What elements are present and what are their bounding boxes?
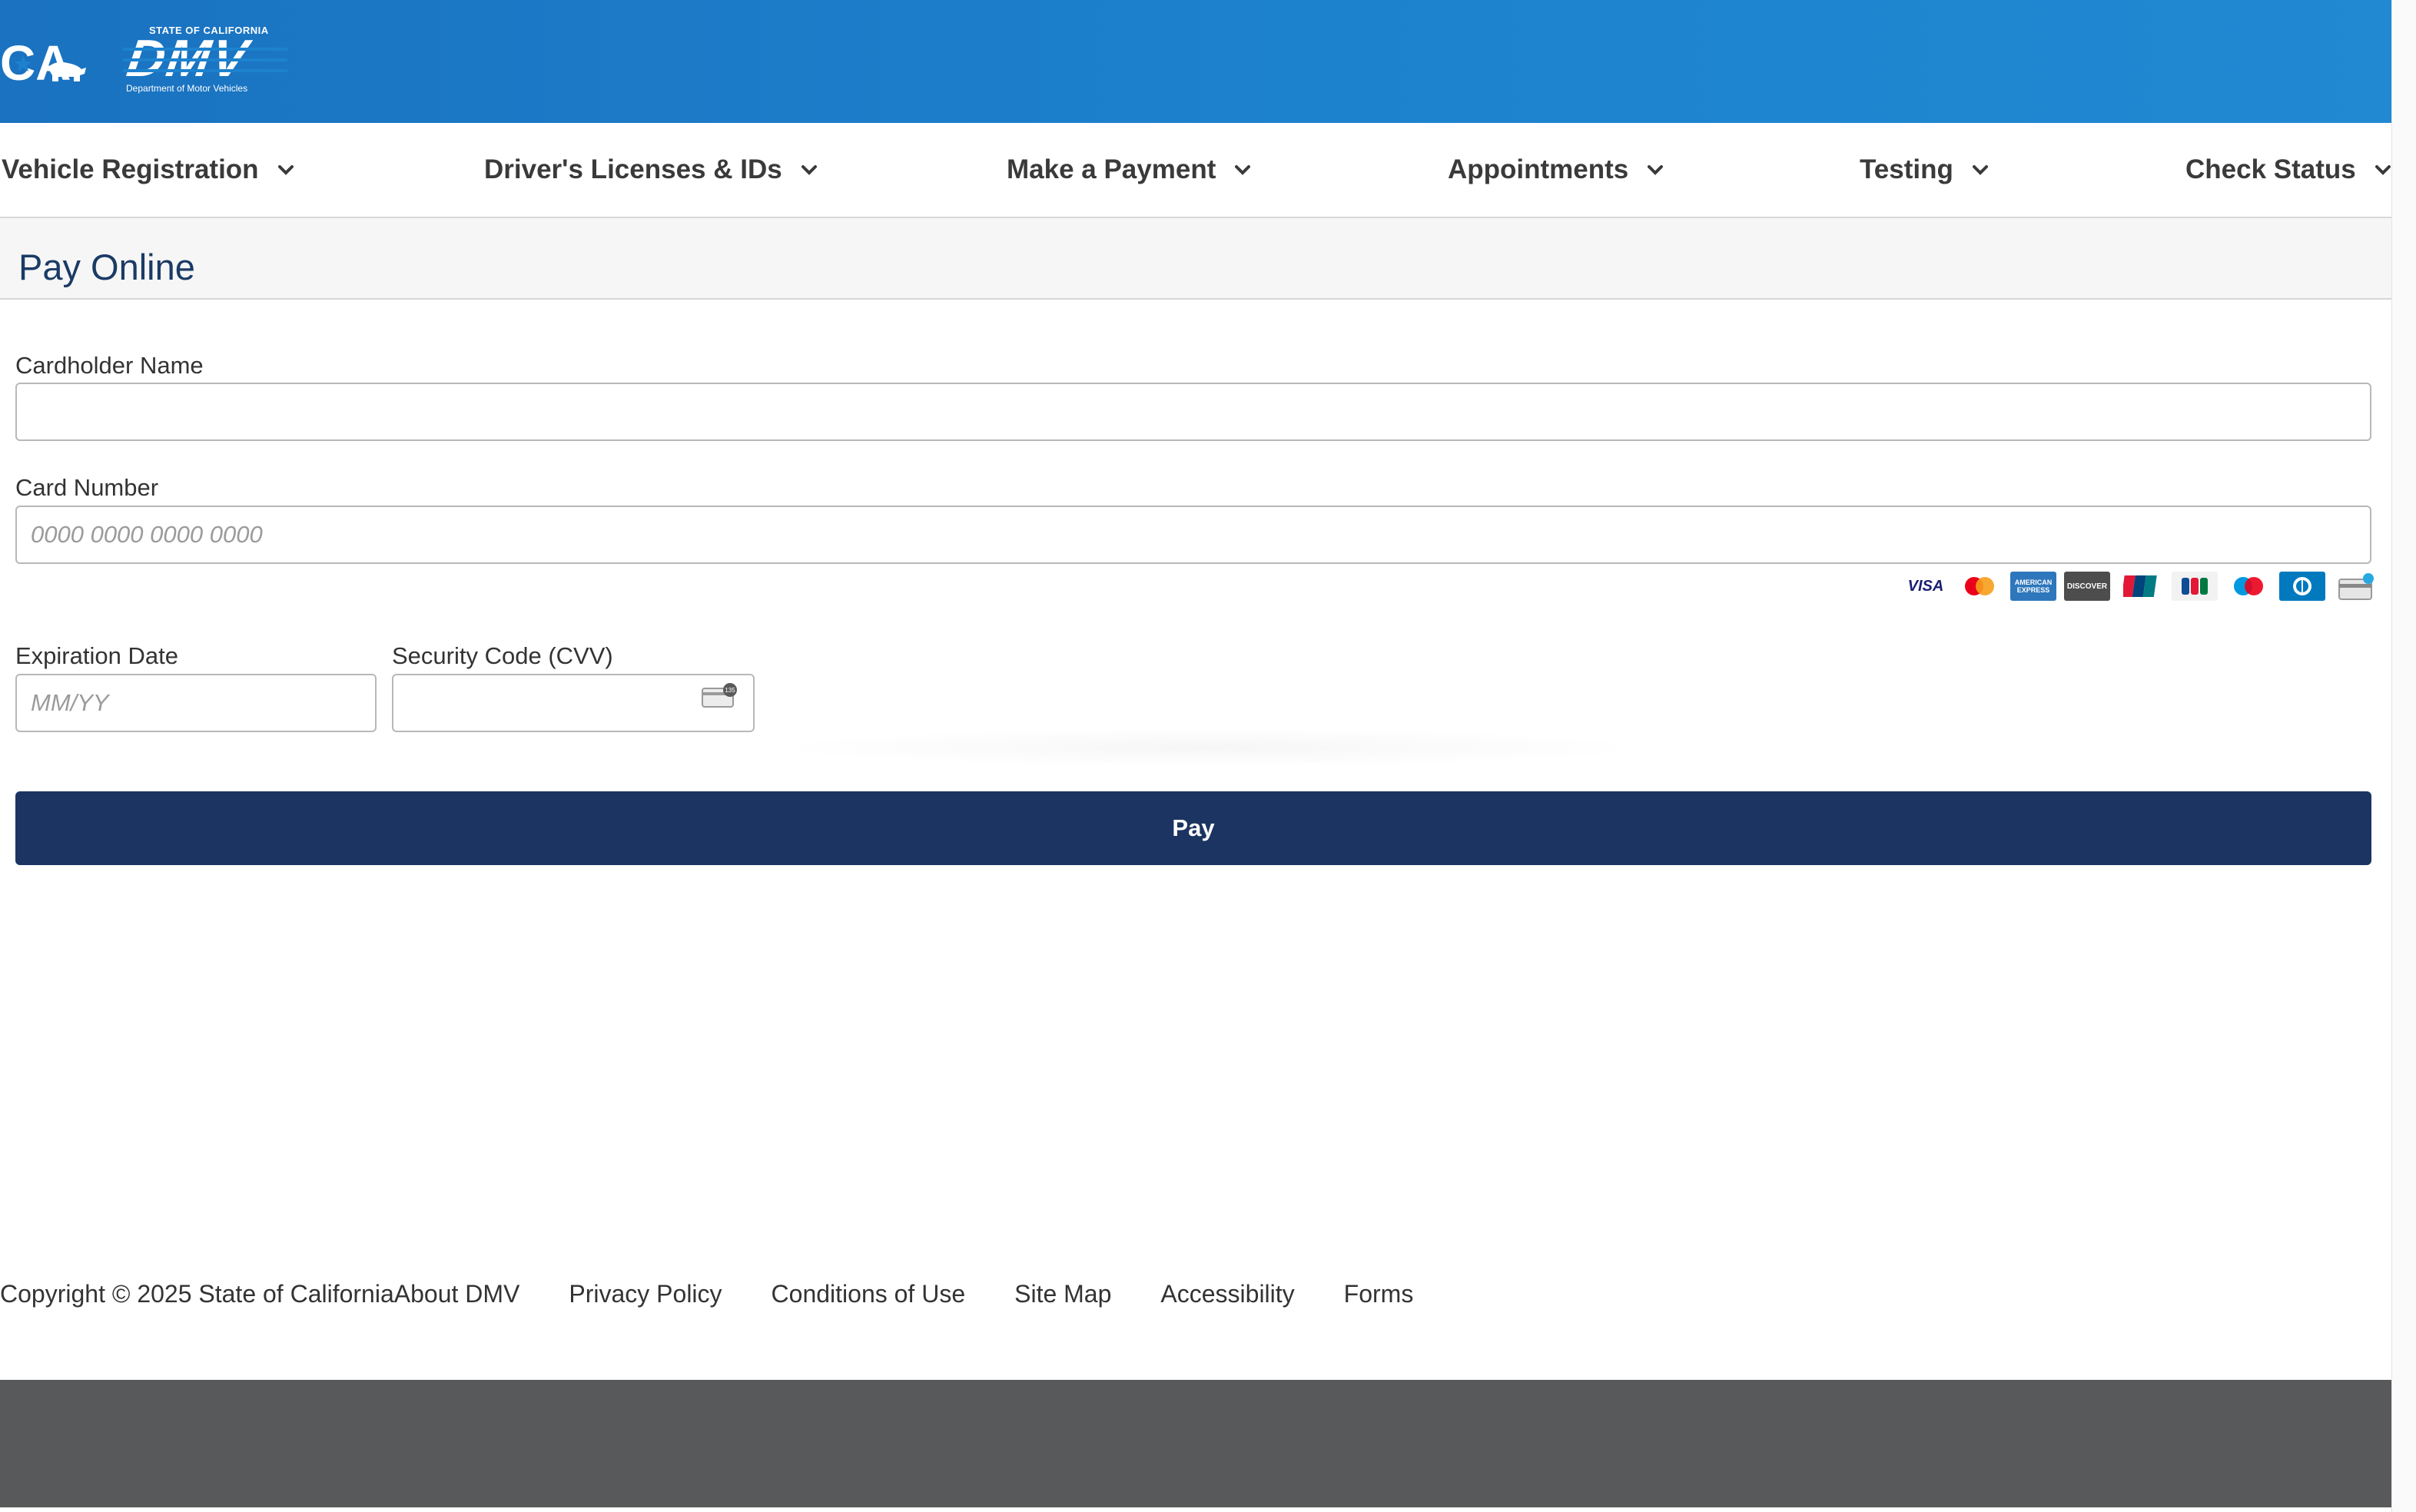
page-scrollbar-gutter[interactable]	[2391, 0, 2416, 1512]
footer-link-conditions-of-use[interactable]: Conditions of Use	[772, 1280, 966, 1308]
footer-link-privacy-policy[interactable]: Privacy Policy	[569, 1280, 722, 1308]
chevron-down-icon	[1972, 165, 1988, 175]
dmv-stripes-decoration	[123, 48, 287, 72]
card-number-input[interactable]	[15, 506, 2371, 564]
footer-bottom-bar	[0, 1380, 2391, 1507]
page-title-band: Pay Online	[0, 218, 2391, 300]
expiration-date-input[interactable]	[15, 674, 377, 732]
nav-label: Appointments	[1448, 154, 1629, 184]
footer-link-accessibility[interactable]: Accessibility	[1160, 1280, 1294, 1308]
chevron-down-icon	[1648, 165, 1664, 175]
american-express-icon: AMERICAN EXPRESS	[2010, 572, 2056, 601]
generic-card-icon	[2333, 572, 2379, 601]
copyright-text: Copyright © 2025 State of California	[0, 1279, 394, 1308]
accepted-cards-list: VISA AMERICAN EXPRESS DISCOVER	[1895, 570, 2379, 602]
dmv-logo[interactable]: STATE OF CALIFORNIA DMV Department of Mo…	[123, 23, 287, 97]
decorative-shadow	[768, 728, 1652, 767]
nav-label: Vehicle Registration	[2, 154, 259, 184]
nav-vehicle-registration[interactable]: Vehicle Registration	[2, 151, 294, 189]
footer-link-about-dmv[interactable]: About DMV	[394, 1280, 520, 1308]
cardholder-name-input[interactable]	[15, 383, 2371, 441]
card-number-label: Card Number	[15, 474, 159, 501]
nav-label: Testing	[1860, 154, 1953, 184]
unionpay-icon	[2118, 572, 2164, 601]
nav-appointments[interactable]: Appointments	[1448, 151, 1664, 189]
cardholder-name-label: Cardholder Name	[15, 352, 204, 379]
page-title: Pay Online	[18, 247, 195, 287]
chevron-down-icon	[801, 165, 817, 175]
main-navigation: Vehicle Registration Driver's Licenses &…	[0, 123, 2391, 218]
nav-label: Check Status	[2185, 154, 2356, 184]
nav-check-status[interactable]: Check Status	[2185, 151, 2391, 189]
chevron-down-icon	[2375, 165, 2391, 175]
jcb-icon	[2172, 572, 2218, 601]
ca-state-logo[interactable]: CA	[0, 34, 91, 89]
discover-icon: DISCOVER	[2064, 572, 2110, 601]
nav-drivers-licenses[interactable]: Driver's Licenses & IDs	[484, 151, 818, 189]
footer-links: Copyright © 2025 State of California Abo…	[0, 1277, 1413, 1311]
maestro-icon	[2225, 572, 2272, 601]
nav-testing[interactable]: Testing	[1860, 151, 1989, 189]
security-code-label: Security Code (CVV)	[392, 642, 613, 669]
nav-make-a-payment[interactable]: Make a Payment	[1007, 151, 1251, 189]
cvv-card-icon: 135	[702, 683, 737, 708]
site-header: CA STATE OF CALIFORNIA DMV Department of…	[0, 0, 2391, 123]
dmv-department-text: Department of Motor Vehicles	[126, 83, 248, 94]
footer-link-site-map[interactable]: Site Map	[1014, 1280, 1111, 1308]
pay-button[interactable]: Pay	[15, 791, 2371, 865]
svg-text:135: 135	[725, 687, 735, 694]
chevron-down-icon	[277, 165, 294, 175]
expiration-date-label: Expiration Date	[15, 642, 178, 669]
diners-club-icon	[2279, 572, 2325, 601]
nav-label: Driver's Licenses & IDs	[484, 154, 782, 184]
nav-label: Make a Payment	[1007, 154, 1216, 184]
mastercard-icon	[1956, 572, 2003, 601]
chevron-down-icon	[1235, 165, 1251, 175]
footer-link-forms[interactable]: Forms	[1344, 1280, 1414, 1308]
visa-icon: VISA	[1903, 572, 1949, 601]
